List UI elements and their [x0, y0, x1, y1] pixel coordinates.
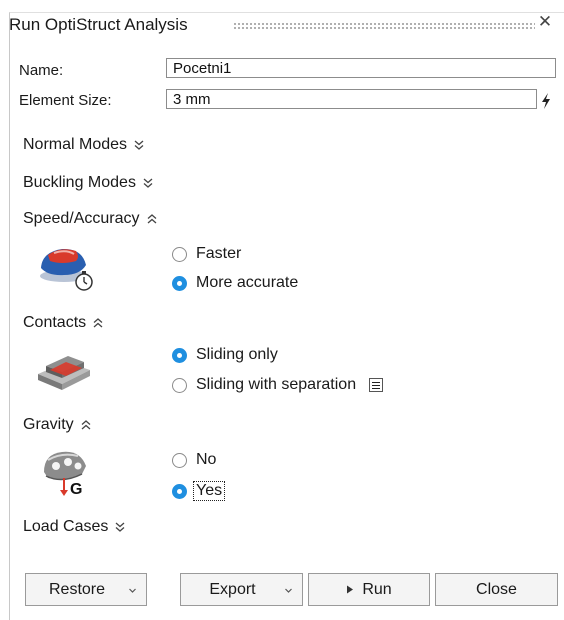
chevron-down-icon	[285, 588, 292, 593]
car-model-stopwatch-icon	[40, 248, 93, 291]
load-cases-label: Load Cases	[23, 518, 109, 535]
restore-button[interactable]: Restore	[25, 573, 147, 606]
radio-circle-selected[interactable]	[172, 275, 187, 291]
chevron-double-up-icon	[81, 420, 91, 430]
close-icon[interactable]: ✕	[537, 12, 553, 32]
more-accurate-label: More accurate	[196, 274, 299, 291]
dialog-title: Run OptiStruct Analysis	[9, 15, 188, 34]
sliding-with-separation-label: Sliding with separation	[196, 376, 357, 393]
section-speed-accuracy[interactable]: Speed/Accuracy	[23, 210, 158, 228]
restore-label: Restore	[48, 580, 106, 598]
chevron-double-up-icon	[93, 318, 103, 328]
export-label: Export	[209, 580, 256, 598]
name-label: Name:	[19, 62, 64, 79]
normal-modes-label: Normal Modes	[23, 136, 128, 153]
gravity-no-label: No	[196, 451, 217, 468]
options-menu-icon[interactable]	[369, 378, 384, 392]
contacts-label: Contacts	[23, 314, 87, 331]
section-gravity[interactable]: Gravity	[23, 416, 92, 434]
section-normal-modes[interactable]: Normal Modes	[23, 136, 145, 154]
chevron-double-down-icon	[115, 522, 125, 532]
radio-circle[interactable]	[172, 246, 187, 262]
radio-gravity-yes[interactable]: Yes	[172, 481, 226, 501]
sliding-contact-icon	[38, 356, 90, 390]
gravity-icon-letter: G	[70, 481, 83, 498]
run-button[interactable]: Run	[308, 573, 430, 606]
radio-circle-selected[interactable]	[172, 347, 187, 363]
run-label: Run	[362, 580, 392, 598]
chevron-double-down-icon	[134, 140, 144, 150]
drag-handle[interactable]	[233, 22, 535, 30]
gravity-label: Gravity	[23, 416, 74, 433]
buckling-modes-label: Buckling Modes	[23, 174, 136, 191]
section-load-cases[interactable]: Load Cases	[23, 518, 126, 536]
radio-sliding-with-separation[interactable]: Sliding with separation	[172, 376, 384, 394]
radio-sliding-only[interactable]: Sliding only	[172, 346, 278, 364]
speed-accuracy-label: Speed/Accuracy	[23, 210, 140, 227]
chevron-double-down-icon	[143, 178, 153, 188]
gravity-part-icon	[44, 451, 86, 496]
name-input[interactable]	[166, 58, 556, 78]
radio-faster[interactable]: Faster	[172, 245, 241, 263]
faster-label: Faster	[196, 245, 242, 262]
section-buckling-modes[interactable]: Buckling Modes	[23, 174, 154, 192]
close-button[interactable]: Close	[435, 573, 558, 606]
close-label: Close	[476, 580, 517, 598]
sliding-only-label: Sliding only	[196, 346, 278, 363]
play-icon	[347, 585, 354, 594]
radio-more-accurate[interactable]: More accurate	[172, 274, 298, 292]
chevron-double-up-icon	[147, 214, 156, 224]
radio-circle[interactable]	[172, 377, 187, 393]
radio-circle[interactable]	[172, 452, 187, 468]
element-size-input[interactable]	[166, 89, 537, 109]
lightning-bolt-icon[interactable]	[540, 92, 552, 110]
export-button[interactable]: Export	[180, 573, 303, 606]
gravity-yes-label: Yes	[193, 481, 226, 501]
radio-gravity-no[interactable]: No	[172, 451, 216, 469]
chevron-down-icon	[129, 588, 136, 593]
element-size-label: Element Size:	[19, 92, 112, 109]
section-contacts[interactable]: Contacts	[23, 314, 104, 332]
radio-circle-selected[interactable]	[172, 483, 187, 499]
